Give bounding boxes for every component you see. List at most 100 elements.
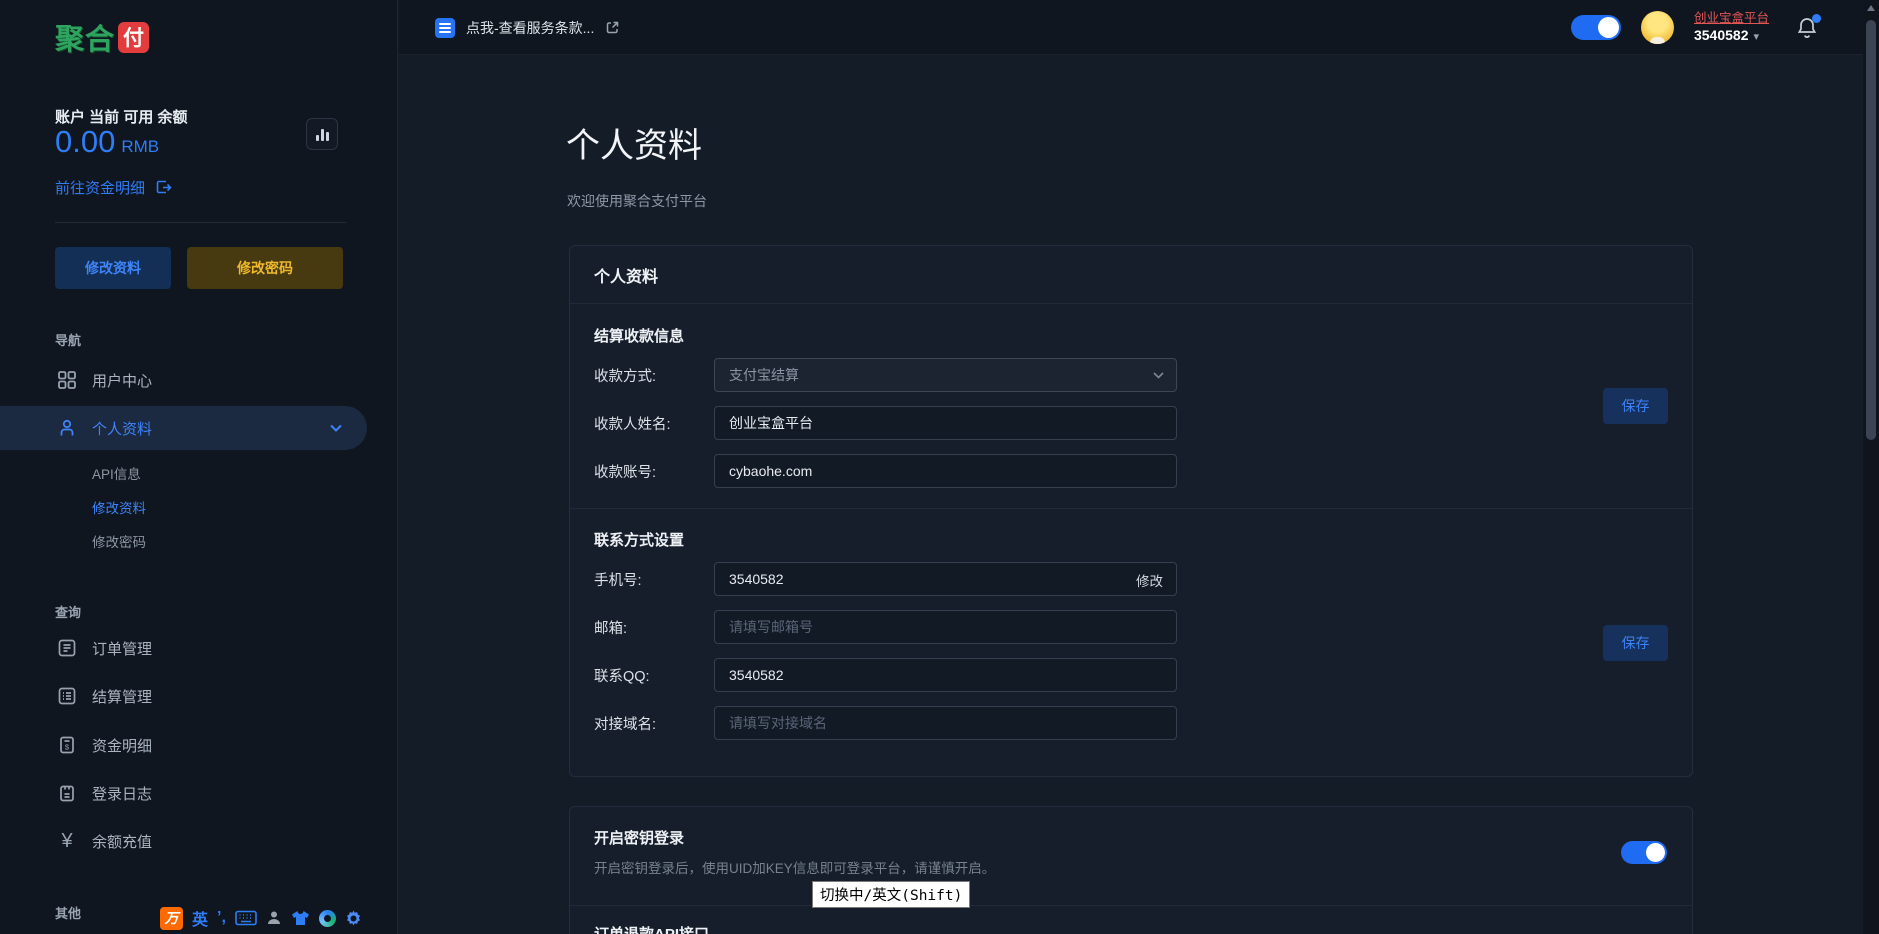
balance-currency: RMB — [121, 137, 159, 156]
payee-label: 收款人姓名: — [594, 413, 714, 434]
ime-wheel-icon[interactable] — [319, 910, 336, 927]
contact-title: 联系方式设置 — [594, 529, 1668, 550]
account-id: 3540582 — [1694, 27, 1749, 43]
key-login-desc: 开启密钥登录后，使用UID加KEY信息即可登录平台，请谨慎开启。 — [594, 857, 1668, 877]
phone-label: 手机号: — [594, 569, 714, 590]
sidebar-item-profile[interactable]: 个人资料 — [0, 406, 367, 450]
scrollbar[interactable] — [1863, 0, 1879, 934]
method-select[interactable]: 支付宝结算 — [714, 358, 1177, 392]
card-header: 个人资料 — [570, 246, 1692, 304]
phone-input[interactable] — [714, 562, 1177, 596]
phone-edit-link[interactable]: 修改 — [1136, 570, 1163, 590]
terms-link[interactable]: 点我-查看服务条款... — [435, 0, 620, 55]
funds-detail-link[interactable]: 前往资金明细 — [55, 177, 172, 198]
refund-api-section: 订单退款API接口 — [570, 906, 1692, 934]
export-icon — [155, 179, 172, 196]
payee-input[interactable] — [714, 406, 1177, 440]
ime-keyboard-icon[interactable] — [235, 910, 257, 926]
terms-link-label: 点我-查看服务条款... — [466, 18, 594, 38]
ime-status-tooltip: 切换中/英文(Shift) — [812, 881, 970, 908]
settlement-section: 结算收款信息 收款方式: 支付宝结算 收款人姓名: 收款账号: 保存 — [570, 304, 1692, 509]
sidebar-item-user-center[interactable]: 用户中心 — [0, 358, 398, 402]
sidebar-item-label: 订单管理 — [92, 638, 152, 659]
scrollbar-thumb[interactable] — [1866, 20, 1876, 440]
save-settlement-button[interactable]: 保存 — [1603, 388, 1668, 424]
edit-profile-button[interactable]: 修改资料 — [55, 247, 171, 289]
qq-input[interactable] — [714, 658, 1177, 692]
chevron-down-icon: ▾ — [1754, 31, 1760, 43]
sidebar-item-login-log[interactable]: 登录日志 — [0, 771, 398, 815]
scroll-up-arrow[interactable] — [1867, 5, 1875, 11]
page-subtitle: 欢迎使用聚合支付平台 — [567, 191, 707, 211]
sidebar-subitem-edit-profile[interactable]: 修改资料 — [92, 497, 146, 517]
funds-detail-label: 前往资金明细 — [55, 177, 145, 198]
app-logo[interactable]: 聚合 付 — [55, 16, 149, 58]
sidebar-item-label: 用户中心 — [92, 370, 152, 391]
funds-doc-icon: $ — [55, 733, 79, 757]
method-value: 支付宝结算 — [729, 365, 799, 385]
sidebar-item-orders[interactable]: 订单管理 — [0, 626, 398, 670]
sidebar-item-funds[interactable]: $ 资金明细 — [0, 723, 398, 767]
ime-language-toggle[interactable]: 英 — [192, 906, 208, 930]
balance-amount: 0.00 RMB — [55, 124, 159, 160]
yen-icon: ¥ — [55, 829, 79, 853]
key-login-toggle[interactable] — [1621, 841, 1667, 864]
page-title: 个人资料 — [566, 118, 702, 167]
topbar: 点我-查看服务条款... 创业宝盒平台 3540582 ▾ — [399, 0, 1879, 55]
email-label: 邮箱: — [594, 617, 714, 638]
person-icon — [55, 416, 79, 440]
domain-label: 对接域名: — [594, 713, 714, 734]
other-section-label: 其他 — [55, 903, 81, 922]
avatar[interactable] — [1641, 11, 1674, 44]
sidebar-subitem-api-info[interactable]: API信息 — [92, 463, 141, 483]
notification-dot — [1812, 14, 1821, 23]
ime-toolbar: 万 英 ’, — [160, 906, 362, 930]
settle-list-icon — [55, 684, 79, 708]
account-input[interactable] — [714, 454, 1177, 488]
sidebar-item-label: 资金明细 — [92, 735, 152, 756]
qq-label: 联系QQ: — [594, 665, 714, 686]
notification-bell[interactable] — [1795, 16, 1819, 40]
security-card: 开启密钥登录 开启密钥登录后，使用UID加KEY信息即可登录平台，请谨慎开启。 … — [569, 806, 1693, 934]
balance-value: 0.00 — [55, 124, 115, 159]
bar-chart-icon — [316, 129, 329, 141]
logo-text-green: 聚合 — [55, 16, 115, 58]
key-login-section: 开启密钥登录 开启密钥登录后，使用UID加KEY信息即可登录平台，请谨慎开启。 — [570, 807, 1692, 906]
account-label: 收款账号: — [594, 461, 714, 482]
profile-card: 个人资料 结算收款信息 收款方式: 支付宝结算 收款人姓名: 收款账号: 保存 — [569, 245, 1693, 777]
order-list-icon — [55, 636, 79, 660]
toggle-knob — [1598, 17, 1619, 38]
email-input[interactable] — [714, 610, 1177, 644]
account-menu[interactable]: 创业宝盒平台 3540582 ▾ — [1694, 10, 1769, 45]
sidebar-item-settlement[interactable]: 结算管理 — [0, 674, 398, 718]
theme-toggle[interactable] — [1571, 15, 1621, 40]
save-contact-button[interactable]: 保存 — [1603, 625, 1668, 661]
sidebar-subitem-edit-password[interactable]: 修改密码 — [92, 531, 146, 551]
contact-section: 联系方式设置 手机号: 修改 邮箱: 联系QQ: 对接域名: 保存 — [570, 509, 1692, 777]
chart-button[interactable] — [306, 118, 338, 150]
ime-settings-gear-icon[interactable] — [345, 910, 362, 927]
sidebar: 聚合 付 账户 当前 可用 余额 0.00RMB 前往资金明细 修改资料 修改密… — [0, 0, 398, 934]
ime-punctuation-toggle[interactable]: ’, — [217, 909, 226, 927]
svg-text:$: $ — [65, 743, 70, 752]
key-login-title: 开启密钥登录 — [594, 827, 1668, 848]
sidebar-item-recharge[interactable]: ¥ 余额充值 — [0, 819, 398, 863]
ime-skin-icon[interactable] — [291, 910, 310, 926]
domain-input[interactable] — [714, 706, 1177, 740]
method-label: 收款方式: — [594, 365, 714, 386]
sidebar-item-label: 余额充值 — [92, 831, 152, 852]
document-icon — [435, 18, 455, 38]
ime-logo-icon[interactable]: 万 — [160, 907, 183, 930]
sidebar-item-label: 登录日志 — [92, 783, 152, 804]
external-link-icon — [605, 20, 620, 35]
grid-icon — [55, 368, 79, 392]
edit-password-button[interactable]: 修改密码 — [187, 247, 343, 289]
account-name: 创业宝盒平台 — [1694, 10, 1769, 26]
chevron-down-icon — [1153, 372, 1164, 379]
logo-badge-pay: 付 — [118, 22, 149, 53]
query-section-label: 查询 — [55, 602, 81, 621]
log-book-icon — [55, 781, 79, 805]
ime-user-icon[interactable] — [266, 910, 282, 926]
nav-section-label: 导航 — [55, 330, 81, 349]
toggle-knob — [1646, 843, 1665, 862]
